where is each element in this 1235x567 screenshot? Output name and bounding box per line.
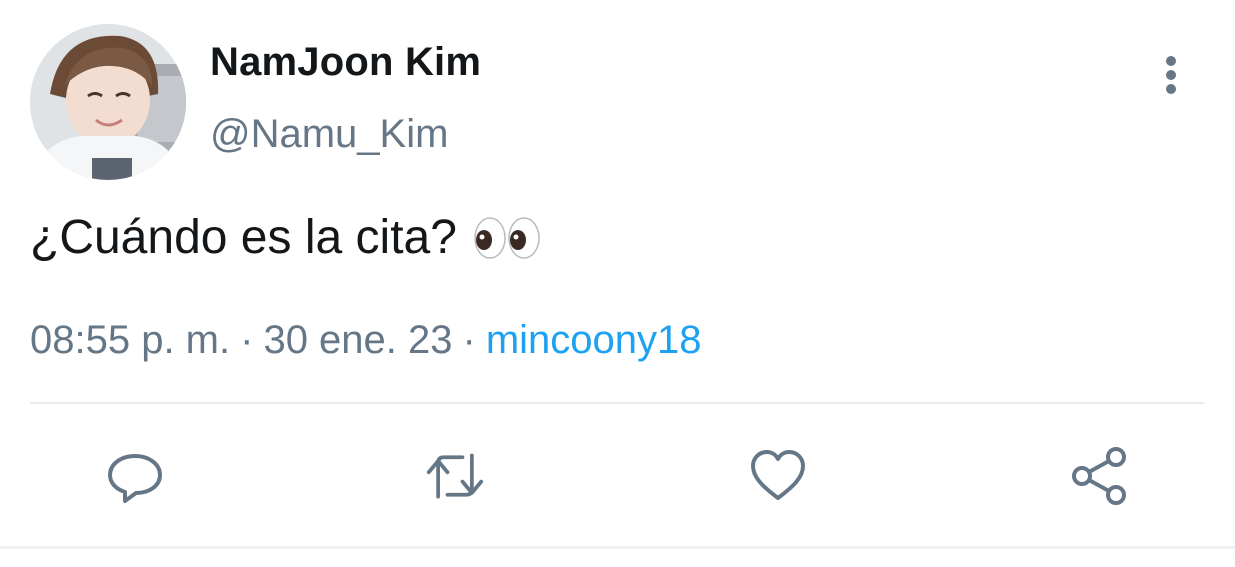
heart-icon <box>751 450 805 500</box>
more-dot-icon <box>1166 70 1176 80</box>
tweet-card: NamJoon Kim @Namu_Kim ¿Cuándo es la cita… <box>0 0 1235 567</box>
eyes-emoji-icon <box>474 216 540 259</box>
tweet-meta: 08:55 p. m. · 30 ene. 23 · mincoony18 <box>30 318 702 363</box>
bottom-divider <box>0 546 1235 549</box>
meta-separator: · <box>240 318 254 362</box>
profile-photo-icon <box>30 24 186 180</box>
more-dot-icon <box>1166 56 1176 66</box>
more-dot-icon <box>1166 84 1176 94</box>
tweet-body: ¿Cuándo es la cita? <box>30 211 457 264</box>
tweet-source-link[interactable]: mincoony18 <box>486 318 702 362</box>
tweet-date: 30 ene. 23 <box>263 318 453 362</box>
retweet-button[interactable] <box>425 446 485 506</box>
avatar[interactable] <box>30 24 186 180</box>
share-button[interactable] <box>1070 446 1130 506</box>
reply-button[interactable] <box>105 446 165 506</box>
like-button[interactable] <box>748 446 808 506</box>
user-handle[interactable]: @Namu_Kim <box>210 112 448 157</box>
meta-separator: · <box>462 318 476 362</box>
divider <box>30 402 1204 404</box>
reply-icon <box>108 454 162 503</box>
display-name[interactable]: NamJoon Kim <box>210 40 481 85</box>
tweet-text: ¿Cuándo es la cita? <box>30 210 541 265</box>
retweet-icon <box>426 453 484 499</box>
share-icon <box>1072 447 1126 505</box>
tweet-time: 08:55 p. m. <box>30 318 231 362</box>
more-options-button[interactable] <box>1150 50 1192 100</box>
